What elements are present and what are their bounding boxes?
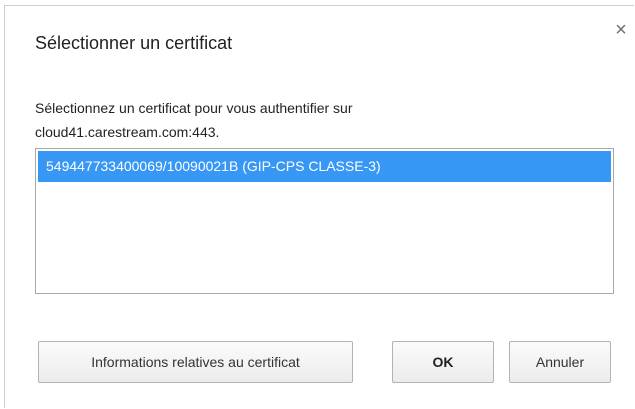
certificate-info-button[interactable]: Informations relatives au certificat xyxy=(38,341,353,383)
certificate-list[interactable]: 549447733400069/10090021B (GIP-CPS CLASS… xyxy=(35,148,614,294)
certificate-dialog: Sélectionner un certificat × Sélectionne… xyxy=(4,5,634,408)
ok-button[interactable]: OK xyxy=(392,341,494,383)
close-icon[interactable]: × xyxy=(613,20,629,40)
certificate-list-item[interactable]: 549447733400069/10090021B (GIP-CPS CLASS… xyxy=(38,151,611,182)
dialog-description: Sélectionnez un certificat pour vous aut… xyxy=(35,100,353,140)
cancel-button[interactable]: Annuler xyxy=(509,341,611,383)
dialog-title: Sélectionner un certificat xyxy=(35,33,233,53)
